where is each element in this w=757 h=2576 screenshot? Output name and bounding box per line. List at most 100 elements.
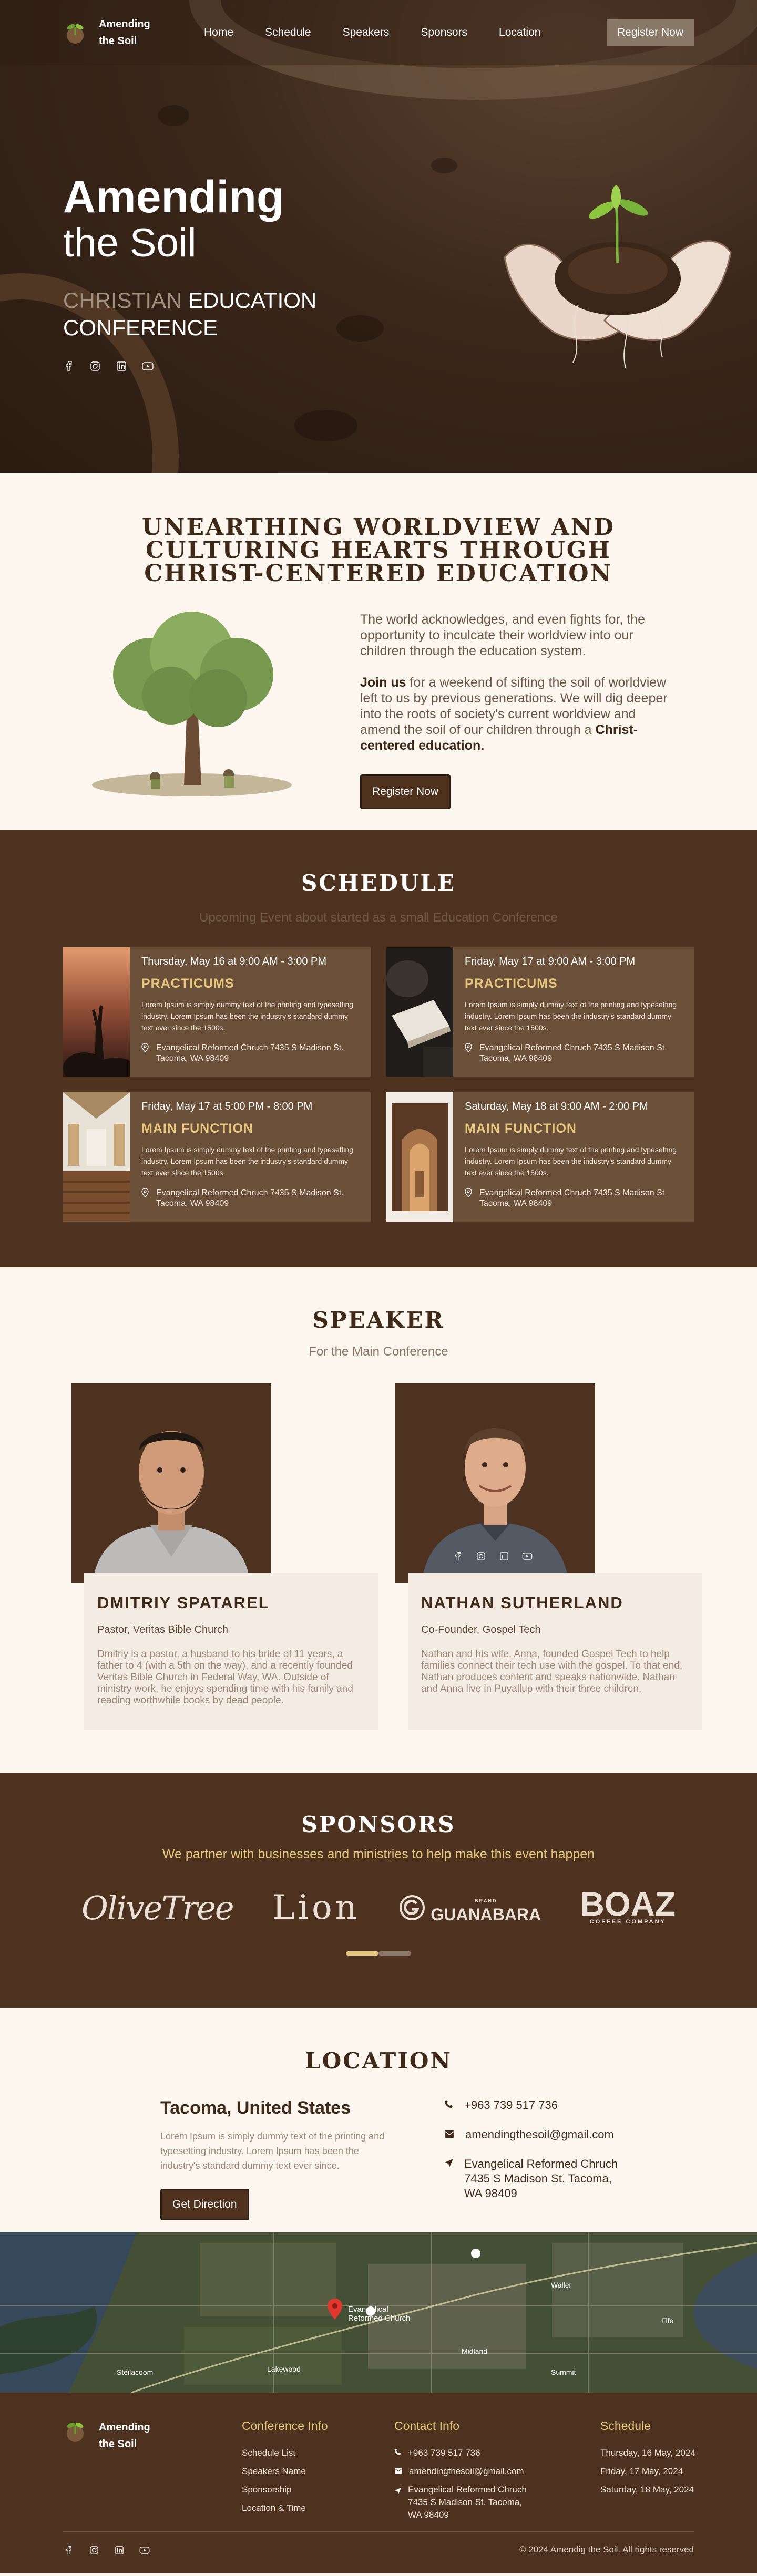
hero-subtitle: CHRISTIAN EDUCATION CONFERENCE [63,287,316,342]
event-card[interactable]: Friday, May 17 at 9:00 AM - 3:00 PM PRAC… [386,947,694,1077]
instagram-icon[interactable] [89,360,101,372]
footer-columns: Amending the Soil Conference Info Schedu… [0,2393,757,2521]
about-text: The world acknowledges, and even fights … [360,612,670,809]
speaker-role: Pastor, Veritas Bible Church [97,1624,229,1636]
facebook-icon[interactable] [63,360,75,372]
event-description: Lorem Ipsum is simply dummy text of the … [141,1145,354,1177]
about-row: The world acknowledges, and even fights … [0,612,757,809]
event-location-text: Evangelical Reformed Chruch 7435 S Madis… [156,1188,344,1208]
event-description: Lorem Ipsum is simply dummy text of the … [465,1000,677,1032]
footer-phone[interactable]: +963 739 517 736 [394,2444,600,2462]
map-label: Fife [661,2316,674,2325]
facebook-icon[interactable] [63,2544,75,2556]
map-label: Summit [551,2368,576,2376]
olivetree-logo[interactable]: OliveTree [81,1889,234,1927]
lion-logo[interactable]: Lion [272,1888,360,1927]
instagram-icon[interactable] [475,1550,487,1562]
footer-schedule-item: Friday, 17 May, 2024 [600,2466,683,2476]
carousel-dot-active[interactable] [346,1951,378,1956]
nav-sponsors[interactable]: Sponsors [421,26,467,39]
footer-brand-line1: Amending [99,2422,150,2433]
church-interior-image [63,1092,130,1222]
footer-link-location[interactable]: Location & Time [242,2499,394,2517]
about-paragraph-1: The world acknowledges, and even fights … [360,612,645,658]
footer-schedule-item: Thursday, 16 May, 2024 [600,2448,695,2458]
brand-name: Amending the Soil [99,16,150,49]
event-grid: Thursday, May 16 at 9:00 AM - 3:00 PM PR… [0,947,757,1222]
nav-location[interactable]: Location [499,26,540,39]
sponsors-lead: We partner with businesses and ministrie… [162,1847,595,1861]
navigation-arrow-icon [444,2157,454,2201]
youtube-icon[interactable] [139,2544,150,2556]
hero-subtitle-line2: CONFERENCE [63,315,218,340]
event-description: Lorem Ipsum is simply dummy text of the … [465,1145,677,1177]
footer-link-schedule[interactable]: Schedule List [242,2444,394,2462]
sponsor-logos: OliveTree Lion BRAND GUANABARA BOAZ COFF… [81,1887,676,1927]
carousel-indicator[interactable] [0,1951,757,1956]
location-row: Tacoma, United States Lorem Ipsum is sim… [160,2098,757,2220]
sprout-logo-icon [63,20,87,45]
nav-home[interactable]: Home [204,26,233,39]
youtube-icon[interactable] [142,360,154,372]
sponsors-section: SPONSORS We partner with businesses and … [0,1773,757,2008]
soil-texture [294,410,357,441]
hero-subtitle-rest: EDUCATION [182,288,317,313]
event-title: PRACTICUMS [141,976,234,991]
event-card[interactable]: Saturday, May 18 at 9:00 AM - 2:00 PM MA… [386,1092,694,1222]
get-direction-button[interactable]: Get Direction [160,2189,249,2220]
event-title: PRACTICUMS [465,976,558,991]
brand[interactable]: Amending the Soil [63,16,200,49]
event-location-text: Evangelical Reformed Chruch 7435 S Madis… [479,1188,667,1208]
footer-brand[interactable]: Amending the Soil [63,2419,242,2521]
about-section: UNEARTHING WORLDVIEW AND CULTURING HEART… [0,473,757,830]
facebook-icon[interactable] [452,1550,464,1562]
footer-email[interactable]: amendingthesoil@gmail.com [394,2462,600,2480]
linkedin-icon[interactable] [114,2544,125,2556]
speaker-name: DMITRIY SPATAREL [97,1594,270,1612]
event-card[interactable]: Friday, May 17 at 5:00 PM - 8:00 PM MAIN… [63,1092,371,1222]
nav-schedule[interactable]: Schedule [265,26,311,39]
brand-line2: the Soil [99,35,137,47]
speaker-bio: Nathan and his wife, Anna, founded Gospe… [421,1649,683,1694]
event-location: Evangelical Reformed Chruch 7435 S Madis… [465,1188,682,1209]
soil-texture [336,315,384,342]
contact-address-text: Evangelical Reformed Chruch 7435 S Madis… [464,2157,618,2200]
map-pin-icon [141,1188,149,1209]
footer-info-title: Conference Info [242,2419,328,2433]
youtube-icon[interactable] [521,1550,533,1562]
speaker-row: DMITRIY SPATAREL Pastor, Veritas Bible C… [0,1383,757,1731]
boaz-coffee-logo[interactable]: BOAZ COFFEE COMPANY [580,1887,676,1926]
guanabara-logo[interactable]: BRAND GUANABARA [399,1894,541,1923]
contact-phone[interactable]: +963 739 517 736 [444,2098,632,2113]
event-date: Thursday, May 16 at 9:00 AM - 3:00 PM [141,956,327,967]
speaker-card[interactable]: DMITRIY SPATAREL Pastor, Veritas Bible C… [71,1383,378,1731]
bible-study-image [386,947,453,1077]
event-date: Saturday, May 18 at 9:00 AM - 2:00 PM [465,1101,648,1112]
hands-holding-seedling-image [499,173,736,384]
linkedin-icon[interactable] [116,360,127,372]
linkedin-icon[interactable] [498,1550,510,1562]
footer-phone-text: +963 739 517 736 [408,2448,480,2458]
footer-link-speakers[interactable]: Speakers Name [242,2462,394,2480]
location-map[interactable]: Evangelical Reformed Church Steilacoom L… [0,2232,757,2393]
boaz-logo-sub: COFFEE COMPANY [589,1919,666,1925]
event-card[interactable]: Thursday, May 16 at 9:00 AM - 3:00 PM PR… [63,947,371,1077]
map-pin-marker[interactable] [327,2298,343,2323]
nav-speakers[interactable]: Speakers [343,26,390,39]
schedule-lead: Upcoming Event about started as a small … [199,911,558,925]
instagram-icon[interactable] [88,2544,100,2556]
soil-texture [431,158,457,173]
register-button[interactable]: Register Now [606,19,694,46]
carousel-dot[interactable] [378,1951,411,1956]
location-section: LOCATION Tacoma, United States Lorem Ips… [0,2008,757,2232]
footer-link-sponsorship[interactable]: Sponsorship [242,2480,394,2499]
about-join-us: Join us [360,675,406,690]
boaz-logo-text: BOAZ [580,1885,676,1923]
speaker-lead: For the Main Conference [309,1344,448,1359]
about-heading: UNEARTHING WORLDVIEW AND CULTURING HEART… [141,514,616,587]
speaker-card[interactable]: NATHAN SUTHERLAND Co-Founder, Gospel Tec… [395,1383,702,1731]
speaker-section: SPEAKER For the Main Conference DMITRIY … [0,1267,757,1773]
copyright: © 2024 Amendig the Soil. All rights rese… [519,2544,694,2554]
about-register-button[interactable]: Register Now [360,774,451,809]
contact-email[interactable]: amendingthesoil@gmail.com [444,2127,632,2142]
